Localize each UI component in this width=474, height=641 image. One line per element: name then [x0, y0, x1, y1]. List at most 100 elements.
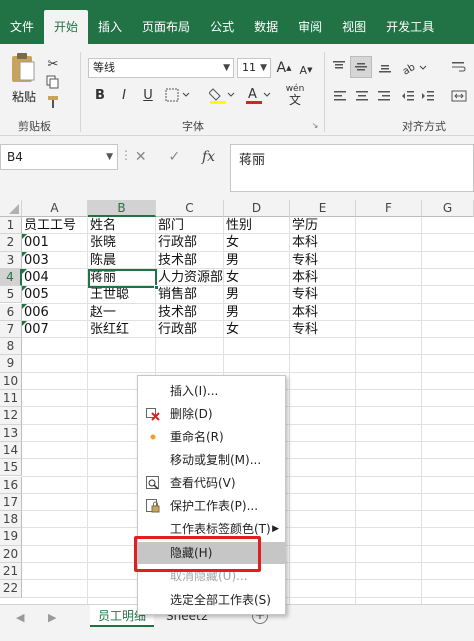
font-size-select[interactable]: 11 ▼	[237, 58, 271, 78]
phonetic-button[interactable]: wén 文	[280, 82, 310, 108]
cell-a7[interactable]: 007	[22, 321, 88, 338]
menu-item-rename[interactable]: 重命名(R)	[138, 426, 285, 448]
cell-e5[interactable]: 专科	[290, 286, 356, 303]
cell-c1[interactable]: 部门	[156, 217, 226, 234]
tab-home[interactable]: 开始	[44, 10, 89, 44]
font-color-button[interactable]: A	[244, 84, 272, 106]
row-header-2[interactable]: 2	[0, 234, 22, 252]
cell-e4[interactable]: 本科	[290, 269, 356, 286]
row-header-9[interactable]: 9	[0, 355, 22, 373]
tab-view[interactable]: 视图	[332, 10, 376, 44]
row-header-7[interactable]: 7	[0, 320, 22, 339]
row-header-18[interactable]: 18	[0, 511, 22, 529]
wrap-text-button[interactable]	[448, 58, 470, 76]
tab-data[interactable]: 数据	[244, 10, 288, 44]
cut-icon[interactable]: ✂	[44, 56, 62, 72]
cell-a4[interactable]: 004	[22, 269, 88, 286]
shrink-font-button[interactable]: A ▼	[298, 61, 314, 79]
borders-button[interactable]	[164, 86, 192, 104]
row-header-11[interactable]: 11	[0, 390, 22, 408]
bold-button[interactable]: B	[92, 86, 108, 104]
orientation-button[interactable]: ab	[400, 56, 428, 78]
cell-d7[interactable]: 女	[224, 321, 290, 338]
cell-d4[interactable]: 女	[224, 269, 290, 286]
row-header-21[interactable]: 21	[0, 563, 22, 581]
cell-c2[interactable]: 行政部	[156, 234, 226, 251]
align-right-button[interactable]	[376, 88, 392, 104]
row-header-8[interactable]: 8	[0, 338, 22, 356]
align-middle-button[interactable]	[350, 56, 372, 78]
copy-icon[interactable]	[44, 74, 62, 90]
row-header-12[interactable]: 12	[0, 407, 22, 425]
cell-d3[interactable]: 男	[224, 252, 290, 269]
sheet-next-icon[interactable]: ▶	[48, 611, 56, 624]
tab-review[interactable]: 审阅	[288, 10, 332, 44]
cell-b6[interactable]: 赵一	[88, 304, 156, 321]
formula-input[interactable]: 蒋丽	[230, 144, 474, 192]
cell-a1[interactable]: 员工工号	[22, 217, 88, 234]
tab-file[interactable]: 文件	[0, 10, 44, 44]
cell-e2[interactable]: 本科	[290, 234, 356, 251]
column-header-g[interactable]: G	[422, 200, 474, 217]
format-painter-icon[interactable]	[44, 94, 62, 110]
row-header-22[interactable]: 22	[0, 580, 22, 598]
align-top-button[interactable]	[330, 58, 348, 76]
row-header-14[interactable]: 14	[0, 441, 22, 460]
enter-icon[interactable]: ✓	[168, 149, 180, 165]
name-box[interactable]: B4 ▼	[0, 144, 118, 170]
menu-item-move-copy[interactable]: 移动或复制(M)...	[138, 449, 285, 471]
row-header-20[interactable]: 20	[0, 545, 22, 563]
column-header-b[interactable]: B	[88, 200, 156, 217]
menu-item-delete[interactable]: 删除(D)	[138, 403, 285, 425]
row-header-15[interactable]: 15	[0, 459, 22, 477]
align-left-button[interactable]	[332, 88, 348, 104]
merge-center-button[interactable]	[448, 88, 470, 104]
cell-b3[interactable]: 陈晨	[88, 252, 156, 269]
tab-page-layout[interactable]: 页面布局	[132, 10, 200, 44]
cell-a2[interactable]: 001	[22, 234, 88, 251]
cell-d5[interactable]: 男	[224, 286, 290, 303]
select-all-button[interactable]	[0, 200, 22, 217]
cell-e7[interactable]: 专科	[290, 321, 356, 338]
menu-item-select-all-sheets[interactable]: 选定全部工作表(S)	[138, 589, 285, 611]
row-header-5[interactable]: 5	[0, 286, 22, 304]
row-header-17[interactable]: 17	[0, 493, 22, 512]
row-header-1[interactable]: 1	[0, 217, 22, 235]
cell-a5[interactable]: 005	[22, 286, 88, 303]
cell-b5[interactable]: 王世聪	[88, 286, 156, 303]
cell-e3[interactable]: 专科	[290, 252, 356, 269]
italic-button[interactable]: I	[116, 86, 132, 104]
cell-c3[interactable]: 技术部	[156, 252, 226, 269]
tab-insert[interactable]: 插入	[88, 10, 132, 44]
row-header-16[interactable]: 16	[0, 476, 22, 494]
menu-item-view-code[interactable]: 查看代码(V)	[138, 472, 285, 494]
cell-d1[interactable]: 性别	[224, 217, 290, 234]
column-header-e[interactable]: E	[290, 200, 356, 217]
paste-button[interactable]	[8, 50, 38, 86]
column-header-f[interactable]: F	[356, 200, 422, 217]
fill-color-button[interactable]	[208, 84, 236, 106]
cancel-icon[interactable]: ✕	[135, 149, 147, 165]
decrease-indent-button[interactable]	[400, 88, 416, 104]
cell-b7[interactable]: 张红红	[88, 321, 156, 338]
cell-c4[interactable]: 人力资源部	[156, 269, 226, 286]
row-header-3[interactable]: 3	[0, 251, 22, 269]
cell-c6[interactable]: 技术部	[156, 304, 226, 321]
row-header-6[interactable]: 6	[0, 303, 22, 321]
column-header-d[interactable]: D	[224, 200, 290, 217]
increase-indent-button[interactable]	[420, 88, 436, 104]
align-bottom-button[interactable]	[376, 58, 394, 76]
column-header-a[interactable]: A	[22, 200, 88, 217]
align-center-button[interactable]	[354, 88, 370, 104]
cell-e6[interactable]: 本科	[290, 304, 356, 321]
row-header-19[interactable]: 19	[0, 528, 22, 546]
cell-b2[interactable]: 张晓	[88, 234, 156, 251]
cell-c5[interactable]: 销售部	[156, 286, 226, 303]
cell-b1[interactable]: 姓名	[88, 217, 156, 234]
tab-developer[interactable]: 开发工具	[376, 10, 444, 44]
insert-function-icon[interactable]: fx	[202, 149, 215, 165]
row-header-4[interactable]: 4	[0, 268, 22, 287]
menu-item-protect-sheet[interactable]: 保护工作表(P)...	[138, 495, 285, 517]
cell-c7[interactable]: 行政部	[156, 321, 226, 338]
cell-a6[interactable]: 006	[22, 304, 88, 321]
